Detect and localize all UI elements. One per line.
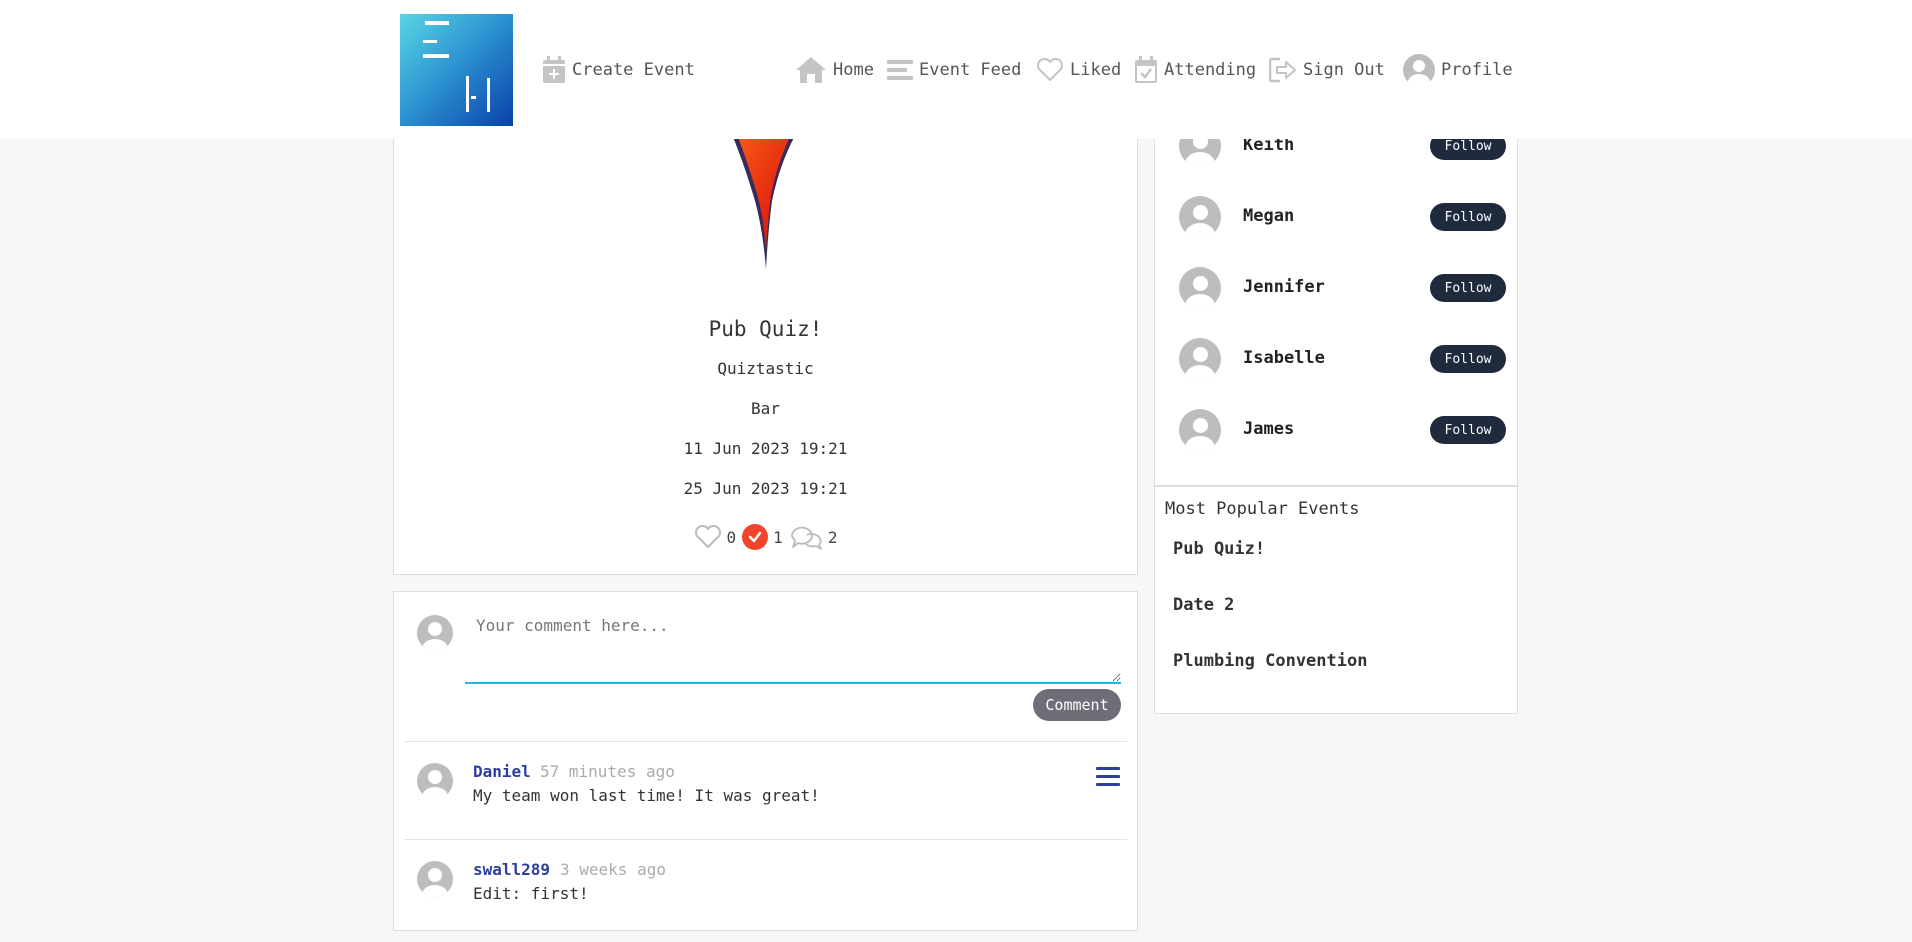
nav-create-event-label: Create Event [572, 60, 695, 80]
home-icon [796, 57, 826, 83]
follow-button[interactable]: Follow [1430, 345, 1506, 373]
comment-submit-button[interactable]: Comment [1033, 689, 1121, 721]
nav-create-event[interactable]: Create Event [542, 54, 695, 86]
nav-attending[interactable]: Attending [1134, 54, 1256, 86]
heart-icon[interactable] [694, 525, 722, 549]
comment-author[interactable]: swall289 [473, 860, 550, 879]
nav-attending-label: Attending [1164, 60, 1257, 80]
nav-home[interactable]: Home [795, 54, 874, 86]
user-avatar [1179, 196, 1221, 238]
comment-count: 2 [827, 527, 838, 547]
user-name[interactable]: Isabelle [1243, 348, 1325, 368]
nav-home-label: Home [833, 60, 874, 80]
logo[interactable] [400, 14, 513, 126]
comment-time: 3 weeks ago [560, 860, 666, 879]
event-title: Pub Quiz! [708, 317, 823, 341]
profile-avatar-icon [1403, 54, 1435, 86]
user-name[interactable]: Megan [1243, 206, 1294, 226]
popular-event-item[interactable]: Date 2 [1173, 595, 1234, 615]
like-stat[interactable]: 0 [694, 525, 737, 549]
nav-liked[interactable]: Liked [1036, 54, 1121, 86]
suggested-user-row: Isabelle Follow [1155, 338, 1517, 382]
follow-button[interactable]: Follow [1430, 203, 1506, 231]
comments-card: Comment Daniel 57 minutes ago My team wo… [393, 591, 1138, 931]
user-name[interactable]: James [1243, 419, 1294, 439]
comment-input[interactable] [465, 604, 1121, 684]
feed-icon [887, 60, 913, 80]
suggested-user-row: Megan Follow [1155, 196, 1517, 240]
nav-event-feed[interactable]: Event Feed [887, 54, 1021, 86]
event-card: Pub Quiz! Quiztastic Bar 11 Jun 2023 19:… [393, 110, 1138, 575]
divider [404, 839, 1127, 840]
sign-out-icon [1269, 57, 1296, 83]
check-circle-icon[interactable] [742, 524, 769, 550]
sidebar-divider [1155, 485, 1517, 487]
comment-avatar [417, 861, 453, 897]
nav-event-feed-label: Event Feed [919, 60, 1022, 80]
popular-event-item[interactable]: Plumbing Convention [1173, 651, 1367, 671]
like-count: 0 [726, 527, 737, 547]
nav-profile[interactable]: Profile [1403, 54, 1513, 86]
heart-icon [1036, 58, 1064, 81]
user-avatar [1179, 409, 1221, 451]
event-location: Bar [751, 399, 780, 418]
comment-avatar [417, 763, 453, 799]
calendar-check-icon [1135, 56, 1157, 83]
user-avatar [1179, 267, 1221, 309]
nav-sign-out[interactable]: Sign Out [1269, 54, 1385, 86]
comment-author[interactable]: Daniel [473, 762, 531, 781]
user-avatar [1179, 338, 1221, 380]
header: Create Event Home Event Feed Liked Atten… [0, 0, 1912, 139]
comment-menu-icon[interactable] [1096, 767, 1120, 789]
current-user-avatar [417, 615, 453, 651]
event-stats: 0 1 2 [394, 523, 1137, 551]
sidebar: Keith Follow Megan Follow Jennifer Follo… [1154, 110, 1518, 714]
popular-event-item[interactable]: Pub Quiz! [1173, 539, 1265, 559]
divider [404, 741, 1127, 742]
popular-events-title: Most Popular Events [1165, 499, 1360, 519]
event-start-date: 11 Jun 2023 19:21 [683, 439, 848, 458]
follow-button[interactable]: Follow [1430, 274, 1506, 302]
nav-liked-label: Liked [1070, 60, 1122, 80]
event-organizer: Quiztastic [717, 359, 814, 378]
suggested-user-row: James Follow [1155, 409, 1517, 453]
comments-icon[interactable] [789, 523, 823, 551]
follow-button[interactable]: Follow [1430, 416, 1506, 444]
suggested-user-row: Jennifer Follow [1155, 267, 1517, 311]
nav-profile-label: Profile [1441, 60, 1513, 80]
attend-count: 1 [773, 527, 783, 547]
comment-text: Edit: first! [473, 884, 589, 903]
comment-text: My team won last time! It was great! [473, 786, 820, 805]
comment-time: 57 minutes ago [540, 762, 675, 781]
nav-sign-out-label: Sign Out [1303, 60, 1385, 80]
calendar-plus-icon [543, 56, 565, 83]
attend-stat[interactable]: 1 [742, 524, 783, 550]
event-end-date: 25 Jun 2023 19:21 [683, 479, 848, 498]
comment-stat[interactable]: 2 [789, 523, 838, 551]
user-name[interactable]: Jennifer [1243, 277, 1325, 297]
